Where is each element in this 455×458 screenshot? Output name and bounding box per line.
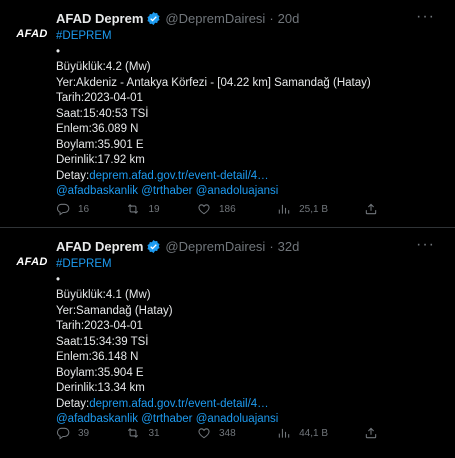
avatar[interactable]: AFAD xyxy=(12,14,52,54)
tweet-text: #DEPREM • Büyüklük:4.1 (Mw) Yer:Samandağ… xyxy=(56,257,441,428)
magnitude-line: Büyüklük:4.2 (Mw) xyxy=(56,61,151,73)
bullet: • xyxy=(56,273,61,286)
hashtag-link[interactable]: #DEPREM xyxy=(56,29,441,45)
action-bar: 39 31 348 44,1 B xyxy=(56,426,386,440)
more-options-icon[interactable]: ··· xyxy=(416,8,435,26)
tweet-text: #DEPREM • Büyüklük:4.2 (Mw) Yer:Akdeniz … xyxy=(56,29,441,200)
like-button[interactable]: 348 xyxy=(197,426,277,440)
like-count: 348 xyxy=(218,427,236,439)
tweet-header: AFAD Deprem @DepremDairesi · 32d xyxy=(56,239,299,254)
like-count: 186 xyxy=(218,203,236,215)
retweet-icon xyxy=(128,204,139,214)
location-line: Yer:Samandağ (Hatay) xyxy=(56,304,173,317)
view-count: 25,1 B xyxy=(299,203,329,215)
author-name[interactable]: AFAD Deprem xyxy=(56,11,143,26)
detail-line: Detay:deprem.afad.gov.tr/event-detail/4… xyxy=(56,397,441,413)
magnitude-line: Büyüklük:4.1 (Mw) xyxy=(56,289,151,301)
verified-badge-icon xyxy=(147,11,160,26)
verified-badge-icon xyxy=(147,239,160,254)
reply-icon xyxy=(56,427,70,440)
avatar[interactable]: AFAD xyxy=(12,242,52,282)
avatar-logo: AFAD xyxy=(16,256,48,268)
views-chart-icon xyxy=(278,428,290,438)
detail-label: Detay: xyxy=(56,397,90,410)
author-handle[interactable]: @DepremDairesi xyxy=(165,11,265,26)
tweet-header: AFAD Deprem @DepremDairesi · 20d xyxy=(56,11,299,26)
separator-dot: · xyxy=(269,239,274,254)
view-count: 44,1 B xyxy=(299,427,329,439)
heart-icon xyxy=(198,428,210,439)
latitude-line: Enlem:36.148 N xyxy=(56,351,139,363)
longitude-line: Boylam:35.904 E xyxy=(56,366,144,379)
detail-line: Detay:deprem.afad.gov.tr/event-detail/4… xyxy=(56,169,441,185)
tweet-time[interactable]: 32d xyxy=(278,239,300,254)
tweet-time[interactable]: 20d xyxy=(278,11,300,26)
longitude-line: Boylam:35.901 E xyxy=(56,138,144,151)
like-button[interactable]: 186 xyxy=(197,202,277,216)
avatar-logo: AFAD xyxy=(16,28,48,40)
tweet[interactable]: AFAD AFAD Deprem @DepremDairesi · 32d ··… xyxy=(0,228,455,458)
share-button[interactable] xyxy=(364,426,386,440)
share-icon xyxy=(365,203,377,215)
mentions[interactable]: @afadbaskanlik @trthaber @anadoluajansi xyxy=(56,184,441,200)
detail-label: Detay: xyxy=(56,169,90,182)
reply-button[interactable]: 16 xyxy=(56,202,126,216)
separator-dot: · xyxy=(269,11,274,26)
depth-line: Derinlik:17.92 km xyxy=(56,154,145,166)
detail-link[interactable]: deprem.afad.gov.tr/event-detail/4… xyxy=(89,398,268,410)
depth-line: Derinlik:13.34 km xyxy=(56,382,145,394)
hashtag-link[interactable]: #DEPREM xyxy=(56,257,441,273)
location-line: Yer:Akdeniz - Antakya Körfezi - [04.22 k… xyxy=(56,76,371,89)
tweet[interactable]: AFAD AFAD Deprem @DepremDairesi · 20d ··… xyxy=(0,0,455,228)
reply-count: 39 xyxy=(78,427,90,439)
reply-button[interactable]: 39 xyxy=(56,426,126,440)
latitude-line: Enlem:36.089 N xyxy=(56,123,139,135)
detail-link[interactable]: deprem.afad.gov.tr/event-detail/4… xyxy=(89,170,268,182)
more-options-icon[interactable]: ··· xyxy=(416,236,435,254)
views-chart-icon xyxy=(278,204,290,214)
time-line: Saat:15:34:39 TSİ xyxy=(56,335,149,348)
author-handle[interactable]: @DepremDairesi xyxy=(165,239,265,254)
bullet: • xyxy=(56,45,61,58)
retweet-count: 31 xyxy=(148,427,160,439)
date-line: Tarih:2023-04-01 xyxy=(56,92,143,104)
retweet-button[interactable]: 31 xyxy=(126,426,196,440)
date-line: Tarih:2023-04-01 xyxy=(56,320,143,332)
retweet-icon xyxy=(128,428,139,438)
share-icon xyxy=(365,427,377,439)
time-line: Saat:15:40:53 TSİ xyxy=(56,107,149,120)
views-button[interactable]: 44,1 B xyxy=(277,426,364,440)
retweet-count: 19 xyxy=(148,203,160,215)
author-name[interactable]: AFAD Deprem xyxy=(56,239,143,254)
share-button[interactable] xyxy=(364,202,386,216)
reply-icon xyxy=(56,203,70,216)
heart-icon xyxy=(198,204,210,215)
views-button[interactable]: 25,1 B xyxy=(277,202,364,216)
action-bar: 16 19 186 25,1 B xyxy=(56,202,386,216)
reply-count: 16 xyxy=(78,203,90,215)
retweet-button[interactable]: 19 xyxy=(126,202,196,216)
